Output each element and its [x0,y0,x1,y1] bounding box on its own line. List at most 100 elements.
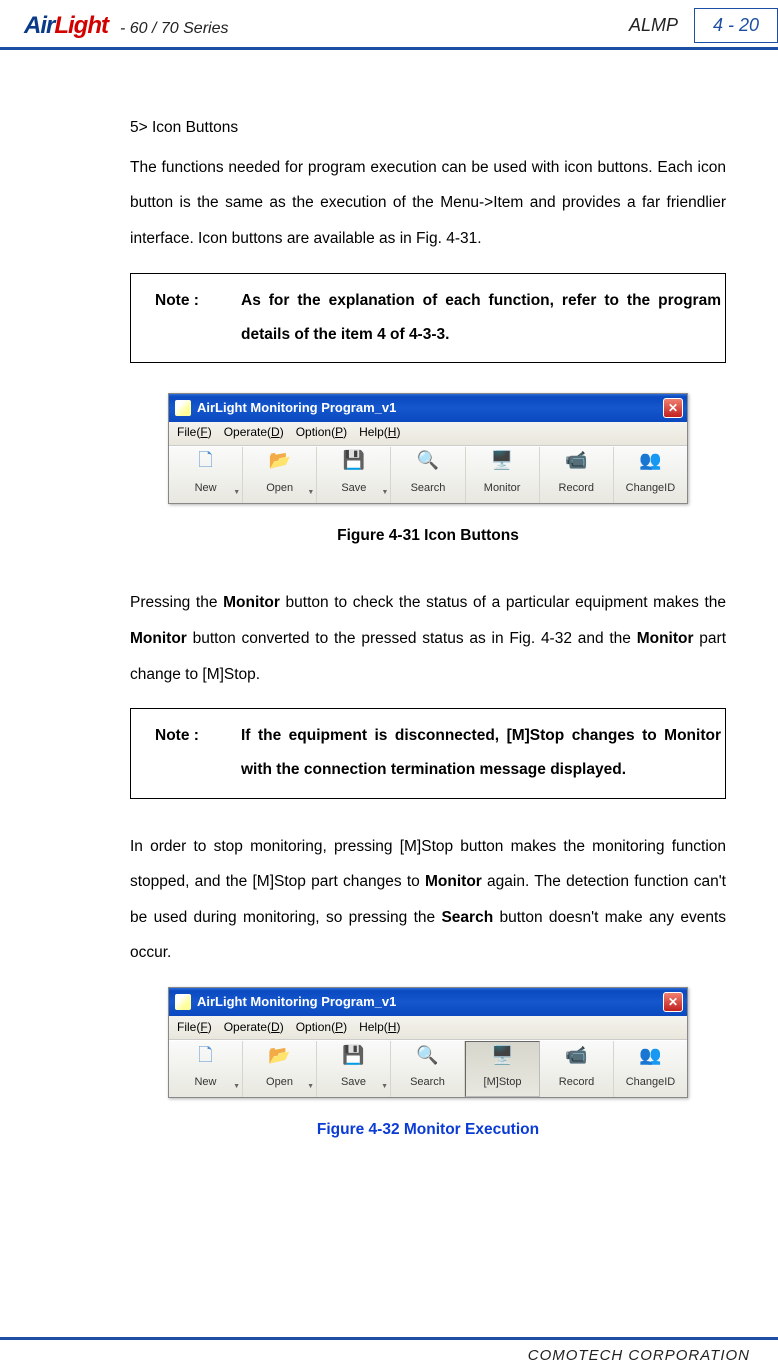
paragraph-1: The functions needed for program executi… [130,150,726,257]
record-button[interactable]: 📹 Record [540,1041,614,1097]
monitor-button[interactable]: 🖥️ Monitor [466,447,540,503]
new-label: New [194,1070,216,1095]
save-label: Save [341,476,366,501]
open-button[interactable]: 📂 Open ▼ [243,447,317,503]
search-label: Search [410,1070,445,1095]
record-button[interactable]: 📹 Record [540,447,614,503]
record-label: Record [559,476,594,501]
open-icon: 📂 [267,1042,293,1068]
logo: AirLight [24,12,108,40]
save-button[interactable]: 💾 Save ▼ [317,447,391,503]
paragraph-2: Pressing the Monitor button to check the… [130,585,726,692]
note-label: Note : [131,709,241,797]
note-text: As for the explanation of each function,… [241,274,725,362]
new-button[interactable]: 🗋 New ▼ [169,447,243,503]
chevron-down-icon: ▼ [307,1079,314,1095]
app-window-1: AirLight Monitoring Program_v1 ✕ File(F)… [168,393,688,504]
window-icon [175,994,191,1010]
note-label: Note : [131,274,241,362]
titlebar-left: AirLight Monitoring Program_v1 [175,393,396,423]
text: button to check the status of a particul… [280,594,726,611]
changeid-icon: 👥 [637,448,663,474]
save-label: Save [341,1070,366,1095]
bold-text: Monitor [223,594,280,611]
search-label: Search [411,476,446,501]
note-text: If the equipment is disconnected, [M]Sto… [241,709,725,797]
figure-caption-2: Figure 4-32 Monitor Execution [130,1112,726,1148]
chevron-down-icon: ▼ [381,485,388,501]
page-number: 4 - 20 [694,8,778,43]
menu-help[interactable]: Help(H) [359,1014,400,1042]
note-box-1: Note : As for the explanation of each fu… [130,273,726,363]
logo-light: Light [54,12,108,39]
toolbar-2: 🗋 New ▼ 📂 Open ▼ 💾 Save ▼ 🔍 Search 🖥️ [M… [169,1040,687,1097]
save-icon: 💾 [341,1042,367,1068]
search-button[interactable]: 🔍 Search [391,1041,465,1097]
mstop-label: [M]Stop [484,1070,522,1095]
note-box-2: Note : If the equipment is disconnected,… [130,708,726,798]
logo-series-group: AirLight - 60 / 70 Series [24,12,228,40]
changeid-button[interactable]: 👥 ChangeID [614,1041,687,1097]
open-icon: 📂 [267,448,293,474]
changeid-icon: 👥 [638,1042,664,1068]
new-icon: 🗋 [193,1042,219,1068]
chevron-down-icon: ▼ [233,485,240,501]
titlebar: AirLight Monitoring Program_v1 ✕ [169,394,687,422]
changeid-label: ChangeID [626,476,676,501]
titlebar-left: AirLight Monitoring Program_v1 [175,987,396,1017]
logo-air: Air [24,12,54,39]
bold-text: Monitor [130,630,187,647]
window-icon [175,400,191,416]
changeid-label: ChangeID [626,1070,676,1095]
monitor-icon: 🖥️ [489,448,515,474]
series-label: - 60 / 70 Series [120,20,229,38]
close-icon: ✕ [668,402,678,414]
mstop-button[interactable]: 🖥️ [M]Stop [465,1041,540,1097]
chevron-down-icon: ▼ [233,1079,240,1095]
text: button converted to the pressed status a… [187,630,637,647]
footer-rule [0,1337,778,1340]
content: 5> Icon Buttons The functions needed for… [0,50,778,1148]
menu-help[interactable]: Help(H) [359,419,400,447]
save-icon: 💾 [341,448,367,474]
bold-text: Monitor [637,630,694,647]
close-button[interactable]: ✕ [663,992,683,1012]
chevron-down-icon: ▼ [381,1079,388,1095]
page-header: AirLight - 60 / 70 Series ALMP 4 - 20 [0,0,778,47]
record-label: Record [559,1070,594,1095]
section-title: 5> Icon Buttons [130,110,726,146]
changeid-button[interactable]: 👥 ChangeID [614,447,687,503]
new-label: New [195,476,217,501]
open-label: Open [266,476,293,501]
app-window-2: AirLight Monitoring Program_v1 ✕ File(F)… [168,987,688,1098]
almp-label: ALMP [629,15,678,36]
window-title: AirLight Monitoring Program_v1 [197,393,396,423]
save-button[interactable]: 💾 Save ▼ [317,1041,391,1097]
close-button[interactable]: ✕ [663,398,683,418]
window-title: AirLight Monitoring Program_v1 [197,987,396,1017]
record-icon: 📹 [563,448,589,474]
new-icon: 🗋 [193,448,219,474]
search-icon: 🔍 [415,1042,441,1068]
record-icon: 📹 [564,1042,590,1068]
chevron-down-icon: ▼ [307,485,314,501]
titlebar: AirLight Monitoring Program_v1 ✕ [169,988,687,1016]
search-icon: 🔍 [415,448,441,474]
header-right: ALMP 4 - 20 [629,8,778,43]
open-button[interactable]: 📂 Open ▼ [243,1041,317,1097]
bold-text: Search [441,909,493,926]
monitor-label: Monitor [484,476,521,501]
menu-option[interactable]: Option(P) [296,1014,347,1042]
bold-text: Monitor [425,873,482,890]
search-button[interactable]: 🔍 Search [391,447,465,503]
footer-company: COMOTECH CORPORATION [528,1347,750,1364]
monitor-icon: 🖥️ [490,1042,516,1068]
new-button[interactable]: 🗋 New ▼ [169,1041,243,1097]
close-icon: ✕ [668,996,678,1008]
open-label: Open [266,1070,293,1095]
paragraph-3: In order to stop monitoring, pressing [M… [130,829,726,972]
menu-option[interactable]: Option(P) [296,419,347,447]
figure-caption-1: Figure 4-31 Icon Buttons [130,518,726,554]
toolbar-1: 🗋 New ▼ 📂 Open ▼ 💾 Save ▼ 🔍 Search 🖥️ Mo… [169,446,687,503]
text: Pressing the [130,594,223,611]
